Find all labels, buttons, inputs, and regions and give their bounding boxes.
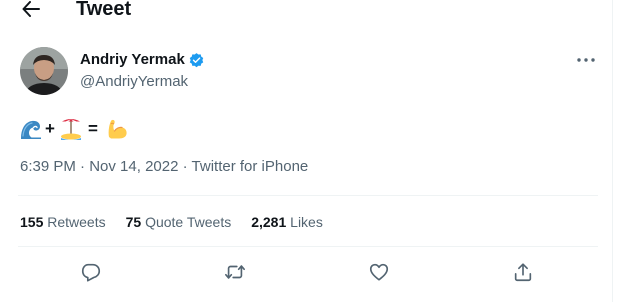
page-header: Tweet	[0, 0, 612, 24]
equals-sign: =	[87, 119, 98, 138]
likes-label: Likes	[290, 214, 323, 230]
more-dots-icon	[577, 58, 595, 62]
quotes-count: 75	[125, 214, 142, 230]
share-icon	[514, 263, 532, 282]
retweets-stat[interactable]: 155 Retweets	[20, 212, 106, 232]
quotes-label: Quote Tweets	[145, 214, 232, 230]
likes-stat[interactable]: 2,281 Likes	[251, 212, 323, 232]
retweet-icon	[225, 265, 245, 279]
reply-button[interactable]	[78, 259, 104, 285]
back-button[interactable]	[16, 0, 46, 20]
author-display-name[interactable]: Andriy Yermak	[80, 50, 185, 70]
more-options-button[interactable]	[573, 52, 599, 68]
reply-icon	[81, 263, 101, 282]
page-title: Tweet	[76, 0, 132, 20]
like-icon	[369, 263, 389, 281]
tweet-metadata: 6:39 PM · Nov 14, 2022 · Twitter for iPh…	[20, 157, 308, 177]
author-handle[interactable]: @AndriyYermak	[80, 72, 205, 92]
timeline-border	[612, 0, 613, 302]
divider	[18, 246, 598, 247]
avatar[interactable]	[20, 47, 68, 95]
tweet-time[interactable]: 6:39 PM	[20, 158, 76, 175]
engagement-stats: 155 Retweets 75 Quote Tweets 2,281 Likes	[20, 212, 343, 232]
retweets-count: 155	[20, 214, 44, 230]
arrow-left-icon	[22, 1, 40, 17]
avatar-photo	[20, 47, 68, 95]
flexed-biceps-emoji	[108, 119, 127, 139]
like-button[interactable]	[366, 259, 392, 285]
meta-separator: ·	[182, 158, 188, 175]
retweet-button[interactable]	[222, 259, 248, 285]
verified-badge-icon	[189, 52, 204, 67]
tweet-text: + =	[19, 115, 129, 143]
meta-separator: ·	[80, 158, 86, 175]
water-wave-emoji	[21, 120, 41, 139]
tweet-date[interactable]: Nov 14, 2022	[89, 158, 178, 175]
retweets-label: Retweets	[47, 214, 106, 230]
quote-tweets-stat[interactable]: 75 Quote Tweets	[126, 212, 232, 232]
tweet-author: Andriy Yermak @AndriyYermak	[80, 50, 205, 92]
divider	[18, 195, 598, 196]
share-button[interactable]	[510, 259, 536, 285]
tweet-source[interactable]: Twitter for iPhone	[192, 158, 309, 175]
tweet-actions	[0, 259, 612, 285]
author-name-row[interactable]: Andriy Yermak	[80, 50, 205, 70]
plus-sign: +	[45, 119, 55, 138]
desert-island-emoji	[60, 119, 81, 140]
likes-count: 2,281	[251, 214, 287, 230]
